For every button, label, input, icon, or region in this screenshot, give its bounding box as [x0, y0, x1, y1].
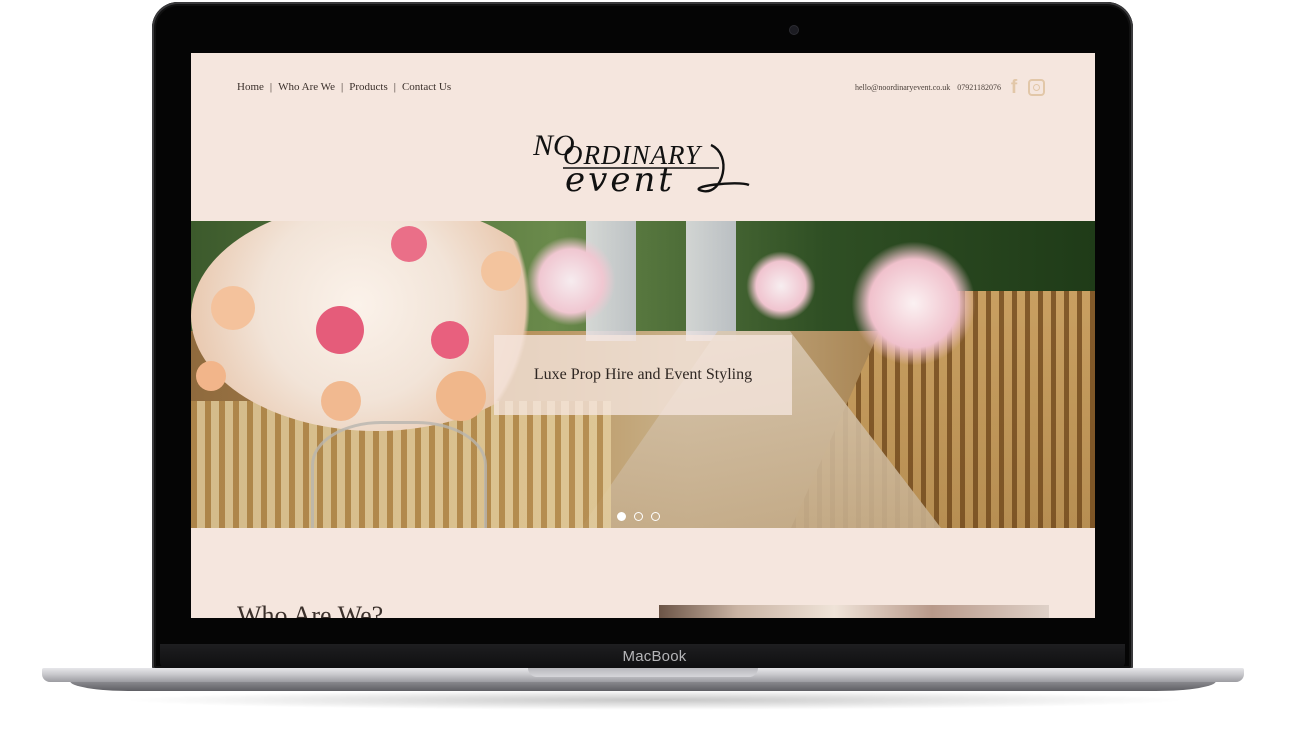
nav-separator: | — [341, 81, 344, 93]
hero-flower-stand — [311, 421, 487, 528]
hero-bouquet-distant — [851, 241, 976, 366]
brand-label: MacBook — [622, 648, 687, 665]
contact-bar: hello@noordinaryevent.co.uk 07921182076 … — [855, 78, 1045, 97]
phone-number[interactable]: 07921182076 — [957, 83, 1001, 92]
hero-rose — [391, 226, 427, 262]
hero-bouquet-distant — [526, 236, 616, 326]
section-image — [659, 605, 1049, 618]
nav-separator: | — [269, 81, 273, 93]
hero-rose — [196, 361, 226, 391]
hero-rose — [321, 381, 361, 421]
slider-dots — [617, 512, 660, 521]
hero-slider[interactable]: Luxe Prop Hire and Event Styling — [191, 221, 1095, 528]
nav-products-link[interactable]: Products — [349, 81, 388, 93]
hero-rose — [436, 371, 486, 421]
laptop-notch — [528, 668, 758, 677]
facebook-icon[interactable]: f — [1008, 78, 1020, 97]
nav-who-link[interactable]: Who Are We — [278, 81, 335, 93]
instagram-icon[interactable] — [1028, 79, 1045, 96]
laptop-shadow — [120, 690, 1190, 710]
logo[interactable]: NO ORDINARY event — [533, 125, 753, 200]
email-link[interactable]: hello@noordinaryevent.co.uk — [855, 83, 950, 92]
website-screen: Home | Who Are We | Products | Contact Us hell… — [191, 53, 1095, 618]
nav-contact-link[interactable]: Contact Us — [402, 81, 451, 93]
section-title: Who Are We? — [237, 601, 384, 618]
hero-bouquet-distant — [746, 251, 816, 321]
slider-dot[interactable] — [634, 512, 643, 521]
hero-rose — [316, 306, 364, 354]
slider-dot[interactable] — [651, 512, 660, 521]
nav-separator: | — [393, 81, 396, 93]
hero-drape — [686, 221, 736, 341]
hero-rose — [431, 321, 469, 359]
hero-rose — [481, 251, 521, 291]
hero-caption: Luxe Prop Hire and Event Styling — [494, 335, 792, 415]
logo-event: event — [565, 160, 675, 200]
laptop-base-bottom — [70, 681, 1216, 691]
camera-icon — [790, 26, 798, 34]
nav-home-link[interactable]: Home — [237, 81, 264, 93]
main-nav: Home | Who Are We | Products | Contact Us — [237, 81, 451, 93]
slider-dot[interactable] — [617, 512, 626, 521]
hero-rose — [211, 286, 255, 330]
